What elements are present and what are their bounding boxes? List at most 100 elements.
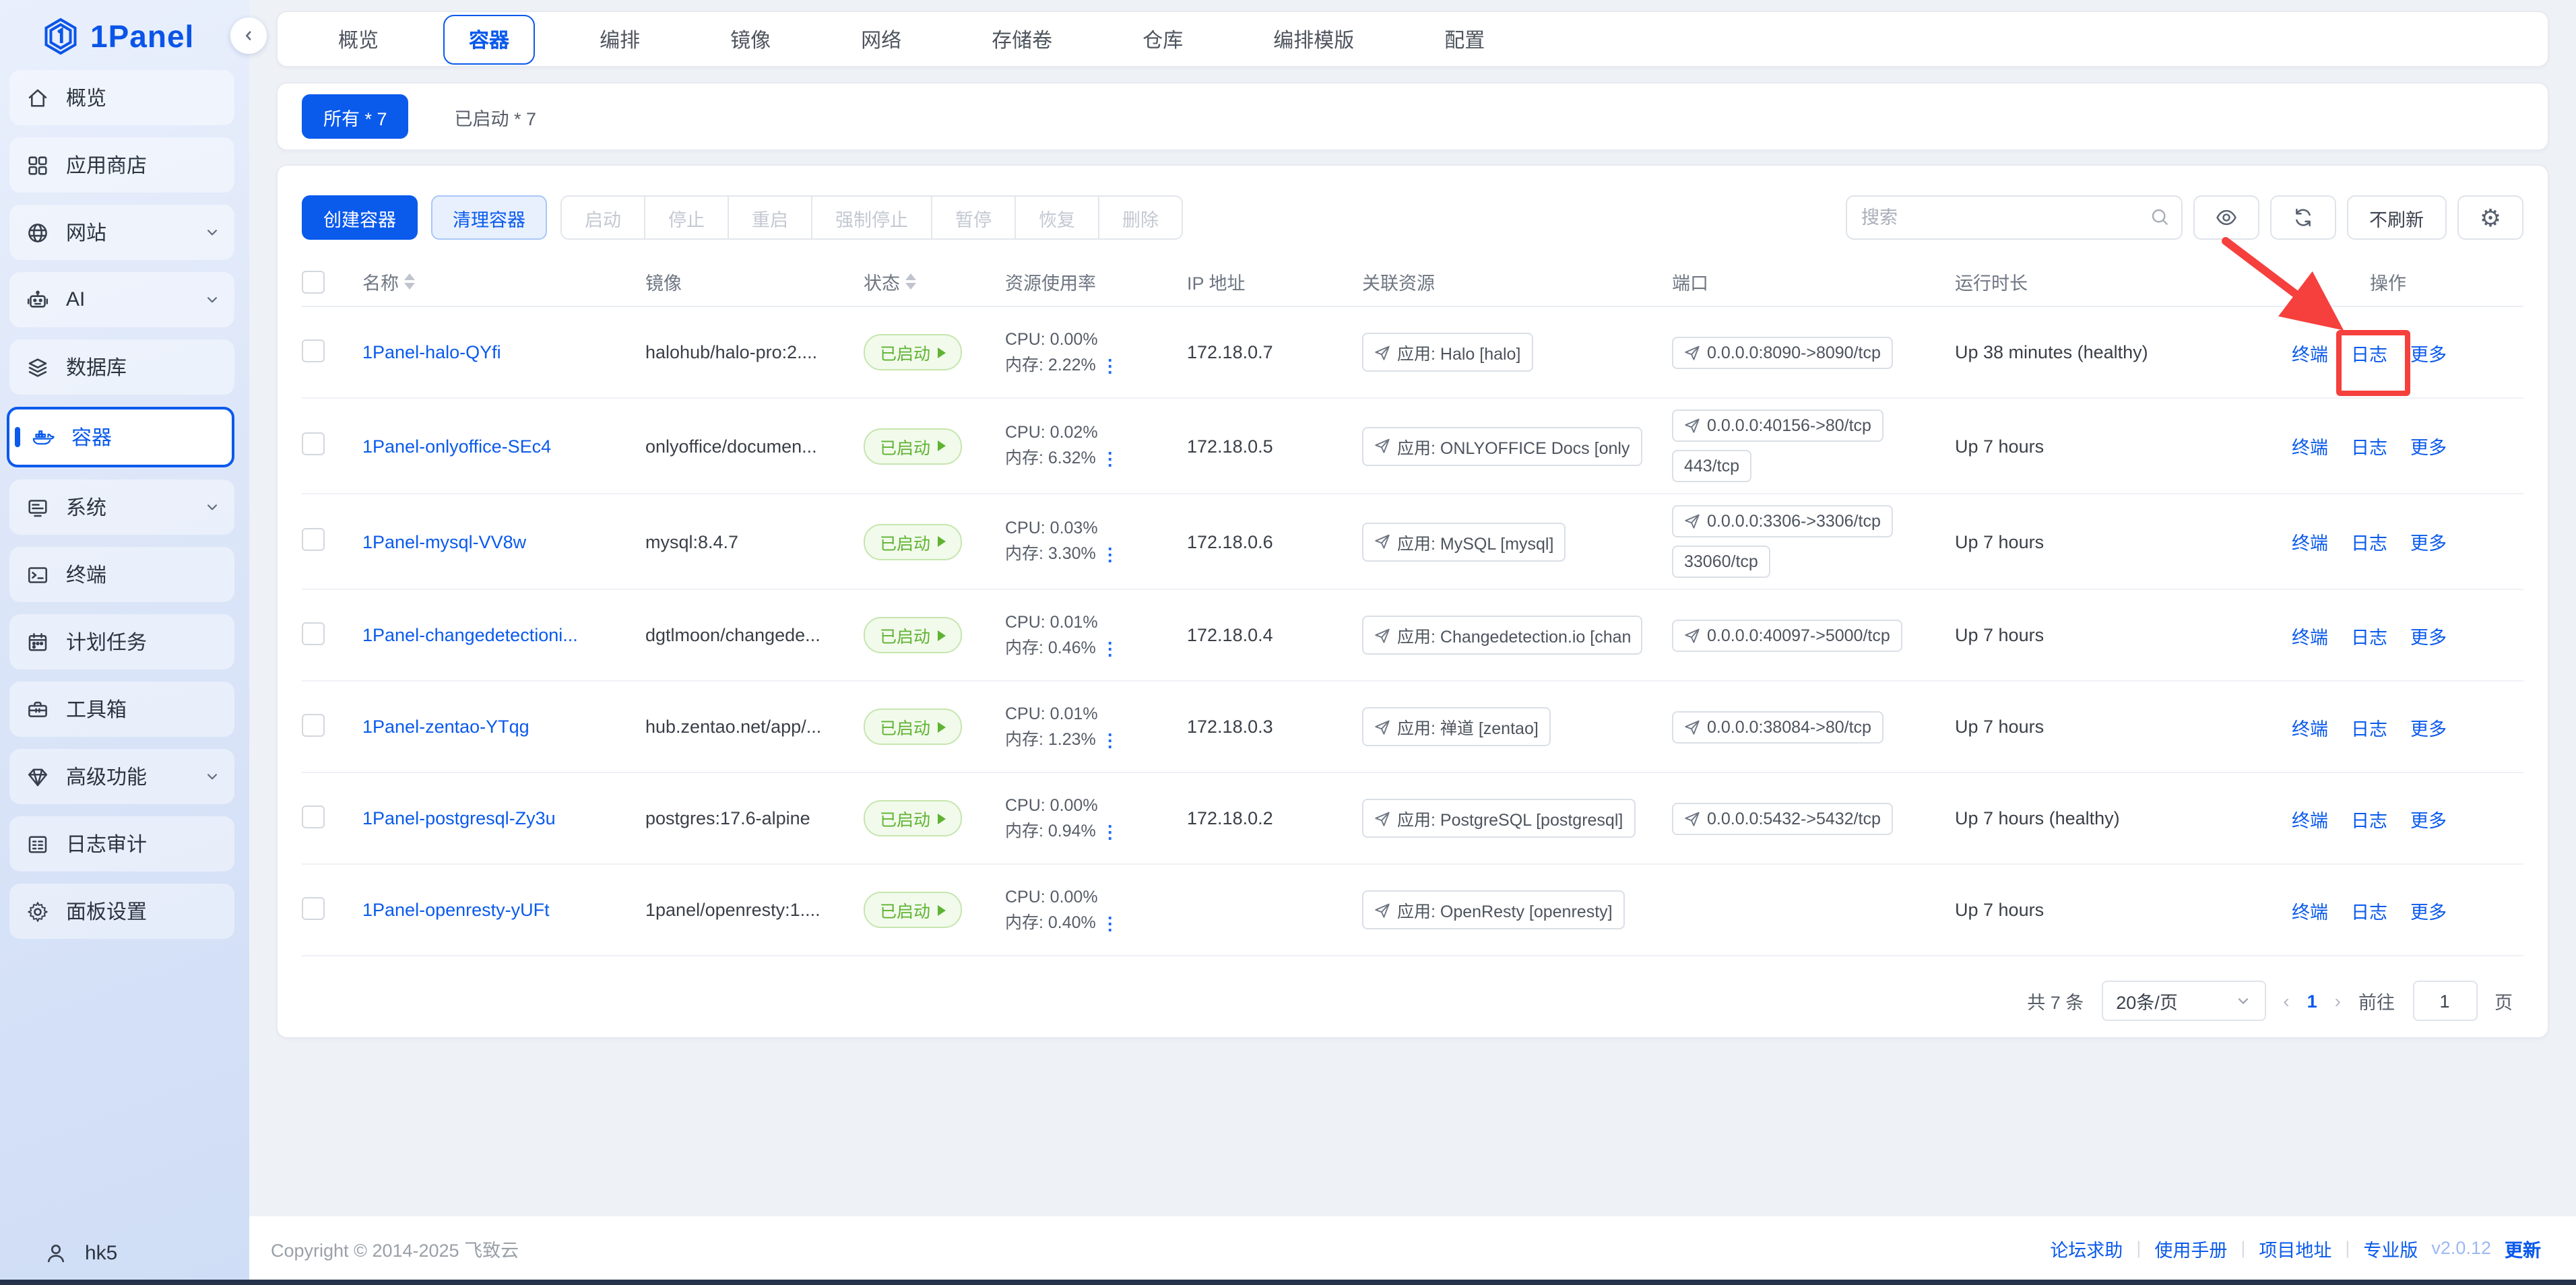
batch-delete-button[interactable]: 删除 (1098, 195, 1183, 240)
project-repo-link[interactable]: 项目地址 (2259, 1234, 2331, 1261)
prev-page-button[interactable]: ‹ (2283, 990, 2289, 1012)
port-tag[interactable]: 0.0.0.0:40097->5000/tcp (1672, 619, 1902, 651)
sort-icon[interactable] (404, 273, 415, 290)
row-action-terminal[interactable]: 终端 (2292, 902, 2328, 922)
batch-start-button[interactable]: 启动 (560, 195, 645, 240)
container-name-link[interactable]: 1Panel-onlyoffice-SEc4 (362, 436, 551, 456)
tab-templates[interactable]: 编排模版 (1248, 14, 1380, 64)
forum-help-link[interactable]: 论坛求助 (2050, 1234, 2123, 1261)
row-action-more[interactable]: 更多 (2410, 533, 2447, 554)
app-tag[interactable]: 应用: PostgreSQL [postgresql] (1362, 799, 1635, 838)
resource-detail-dots[interactable]: ⋮ (1101, 352, 1119, 378)
sidebar-collapse-button[interactable] (230, 18, 267, 54)
sidebar-item-terminal[interactable]: 终端 (9, 547, 234, 602)
user-manual-link[interactable]: 使用手册 (2154, 1234, 2227, 1261)
row-action-log[interactable]: 日志 (2351, 902, 2387, 922)
pro-edition-link[interactable]: 专业版 (2363, 1234, 2418, 1261)
container-name-link[interactable]: 1Panel-postgresql-Zy3u (362, 808, 556, 828)
filter-all-button[interactable]: 所有 * 7 (302, 94, 409, 139)
sidebar-item-panel-settings[interactable]: 面板设置 (9, 884, 234, 939)
row-action-more[interactable]: 更多 (2410, 719, 2447, 739)
container-name-link[interactable]: 1Panel-mysql-VV8w (362, 531, 526, 552)
resource-detail-dots[interactable]: ⋮ (1101, 818, 1119, 844)
row-checkbox[interactable] (302, 339, 325, 362)
row-action-more[interactable]: 更多 (2410, 438, 2447, 458)
sidebar-item-audit-logs[interactable]: 日志审计 (9, 816, 234, 871)
row-action-terminal[interactable]: 终端 (2292, 438, 2328, 458)
app-tag[interactable]: 应用: ONLYOFFICE Docs [onlyoffic (1362, 426, 1642, 465)
sidebar-item-ai[interactable]: AI (9, 272, 234, 327)
row-action-more[interactable]: 更多 (2410, 627, 2447, 647)
resource-detail-dots[interactable]: ⋮ (1101, 910, 1119, 935)
row-action-log[interactable]: 日志 (2351, 627, 2387, 647)
sidebar-item-overview[interactable]: 概览 (9, 70, 234, 125)
tab-networks[interactable]: 网络 (835, 14, 927, 64)
sidebar-item-containers[interactable]: 容器 (7, 407, 234, 467)
sidebar-user[interactable]: hk5 (43, 1241, 117, 1266)
row-action-terminal[interactable]: 终端 (2292, 810, 2328, 830)
prune-container-button[interactable]: 清理容器 (431, 195, 547, 240)
app-logo[interactable]: 1Panel (0, 0, 249, 70)
row-action-log[interactable]: 日志 (2351, 719, 2387, 739)
sidebar-item-toolbox[interactable]: 工具箱 (9, 682, 234, 737)
row-action-more[interactable]: 更多 (2410, 902, 2447, 922)
tab-overview[interactable]: 概览 (313, 14, 404, 64)
sidebar-item-system[interactable]: 系统 (9, 480, 234, 535)
row-action-terminal[interactable]: 终端 (2292, 533, 2328, 554)
tab-images[interactable]: 镜像 (705, 14, 796, 64)
tab-compose[interactable]: 编排 (574, 14, 666, 64)
sort-icon[interactable] (905, 273, 916, 290)
row-action-log[interactable]: 日志 (2351, 810, 2387, 830)
resource-detail-dots[interactable]: ⋮ (1101, 635, 1119, 661)
table-settings-button[interactable]: ⚙ (2457, 195, 2523, 240)
tab-containers[interactable]: 容器 (443, 14, 535, 64)
app-tag[interactable]: 应用: Changedetection.io [changed (1362, 616, 1642, 655)
row-action-terminal[interactable]: 终端 (2292, 627, 2328, 647)
current-page[interactable]: 1 (2307, 991, 2317, 1011)
app-tag[interactable]: 应用: 禅道 [zentao] (1362, 707, 1551, 746)
container-name-link[interactable]: 1Panel-openresty-yUFt (362, 900, 550, 920)
row-checkbox[interactable] (302, 896, 325, 919)
app-tag[interactable]: 应用: Halo [halo] (1362, 333, 1533, 372)
row-checkbox[interactable] (302, 622, 325, 645)
row-action-terminal[interactable]: 终端 (2292, 719, 2328, 739)
no-refresh-button[interactable]: 不刷新 (2346, 195, 2447, 240)
batch-stop-button[interactable]: 停止 (644, 195, 729, 240)
row-action-terminal[interactable]: 终端 (2292, 344, 2328, 364)
row-checkbox[interactable] (302, 432, 325, 455)
row-action-log[interactable]: 日志 (2351, 438, 2387, 458)
tab-repos[interactable]: 仓库 (1117, 14, 1209, 64)
container-name-link[interactable]: 1Panel-halo-QYfi (362, 342, 501, 362)
port-tag[interactable]: 0.0.0.0:8090->8090/tcp (1672, 336, 1893, 368)
column-header[interactable]: 名称 (362, 268, 645, 295)
sidebar-item-database[interactable]: 数据库 (9, 339, 234, 395)
page-size-select[interactable]: 20条/页 (2101, 981, 2265, 1021)
column-visibility-button[interactable] (2193, 195, 2259, 240)
row-action-more[interactable]: 更多 (2410, 344, 2447, 364)
sidebar-item-advanced[interactable]: 高级功能 (9, 749, 234, 804)
row-action-log[interactable]: 日志 (2351, 344, 2387, 364)
tab-volumes[interactable]: 存储卷 (966, 14, 1078, 64)
port-tag[interactable]: 0.0.0.0:3306->3306/tcp (1672, 505, 1893, 537)
row-action-log[interactable]: 日志 (2351, 533, 2387, 554)
row-checkbox[interactable] (302, 805, 325, 828)
filter-running-button[interactable]: 已启动 * 7 (455, 103, 537, 130)
search-input[interactable] (1845, 195, 2182, 240)
next-page-button[interactable]: › (2335, 990, 2341, 1012)
create-container-button[interactable]: 创建容器 (302, 195, 418, 240)
batch-restart-button[interactable]: 重启 (728, 195, 812, 240)
select-all-checkbox[interactable] (302, 270, 325, 293)
port-tag[interactable]: 0.0.0.0:5432->5432/tcp (1672, 802, 1893, 834)
goto-page-input[interactable] (2412, 981, 2477, 1021)
sidebar-item-appstore[interactable]: 应用商店 (9, 137, 234, 193)
resource-detail-dots[interactable]: ⋮ (1101, 541, 1119, 567)
refresh-button[interactable] (2269, 195, 2336, 240)
port-tag[interactable]: 0.0.0.0:40156->80/tcp (1672, 409, 1883, 442)
column-header[interactable]: 状态 (864, 268, 1005, 295)
port-tag[interactable]: 0.0.0.0:38084->80/tcp (1672, 711, 1883, 743)
app-tag[interactable]: 应用: OpenResty [openresty] (1362, 890, 1625, 929)
row-action-more[interactable]: 更多 (2410, 810, 2447, 830)
update-link[interactable]: 更新 (2505, 1234, 2541, 1261)
sidebar-item-cronjobs[interactable]: 计划任务 (9, 614, 234, 669)
row-checkbox[interactable] (302, 528, 325, 551)
